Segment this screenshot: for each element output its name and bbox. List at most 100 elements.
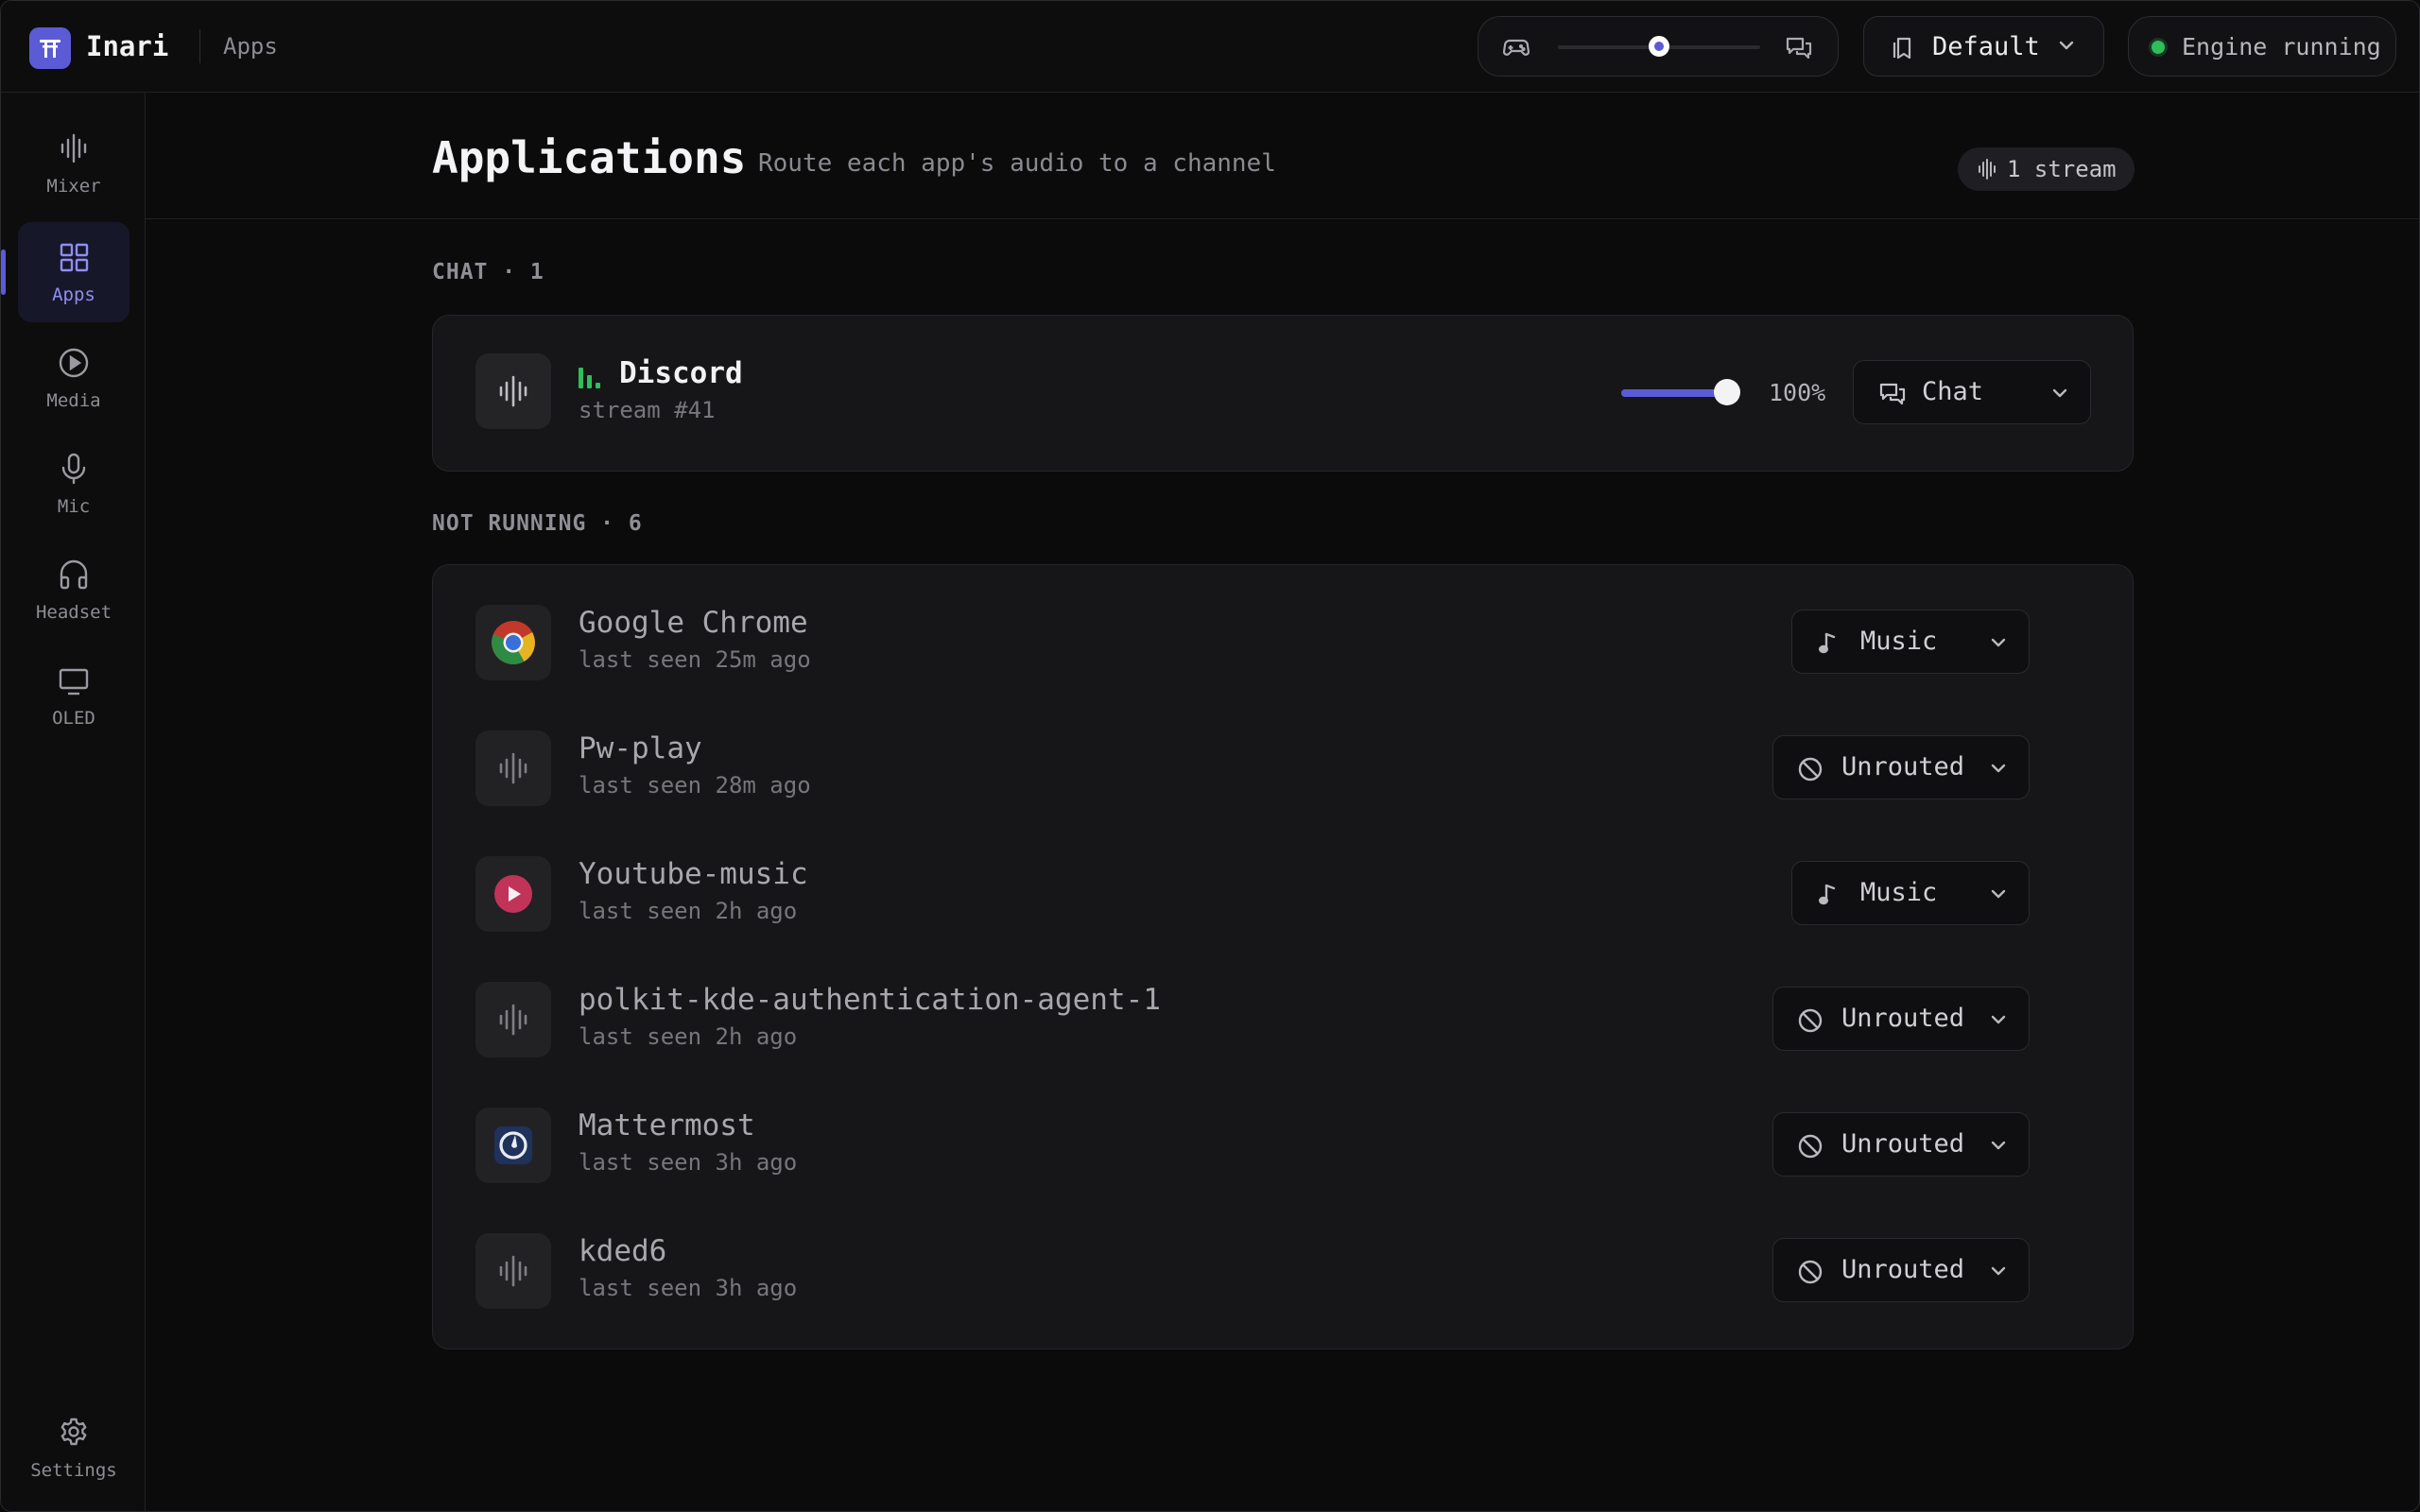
app-name: Inari (86, 30, 169, 62)
list-item: Pw-play last seen 28m ago Unrouted (433, 691, 2133, 817)
channel-select[interactable]: Unrouted (1772, 735, 2030, 799)
chat-bubbles-icon (1878, 382, 1907, 410)
channel-select[interactable]: Unrouted (1772, 1112, 2030, 1177)
section-label-not-running: NOT RUNNING · 6 (432, 511, 643, 536)
app-name: Youtube-music (579, 857, 808, 891)
youtube-music-icon (475, 856, 551, 932)
audio-level-meter (579, 368, 605, 388)
headphones-icon (59, 558, 89, 591)
blocked-icon (1798, 757, 1823, 785)
top-bar: Inari Apps Default Engine running (1, 1, 2419, 93)
inactive-apps-card: Google Chrome last seen 25m ago Music Pw… (432, 564, 2134, 1349)
monitor-icon (59, 664, 89, 696)
sidebar-item-mic[interactable]: Mic (18, 434, 130, 534)
mattermost-icon (475, 1108, 551, 1183)
volume-percent: 100% (1769, 379, 1826, 406)
active-apps-card: Discord stream #41 100% Chat (432, 315, 2134, 472)
volume-slider-thumb[interactable] (1714, 379, 1740, 405)
app-name: polkit-kde-authentication-agent-1 (579, 983, 1161, 1017)
blocked-icon (1798, 1134, 1823, 1162)
engine-status-dot (2152, 41, 2165, 54)
app-name: Pw-play (579, 731, 702, 765)
app-logo-icon (29, 27, 71, 69)
balance-slider-thumb[interactable] (1649, 36, 1669, 57)
channel-select-value: Unrouted (1841, 1255, 1965, 1284)
sidebar-item-headset[interactable]: Headset (18, 540, 130, 640)
sidebar-item-label: OLED (52, 708, 95, 729)
app-window: Inari Apps Default Engine running Mixer … (0, 0, 2420, 1512)
list-item: kded6 last seen 3h ago Unrouted (433, 1194, 2133, 1320)
sidebar-item-oled[interactable]: OLED (18, 645, 130, 746)
app-last-seen: last seen 25m ago (579, 646, 811, 673)
sidebar-item-label: Apps (52, 284, 95, 305)
channel-select[interactable]: Unrouted (1772, 987, 2030, 1051)
app-last-seen: last seen 3h ago (579, 1149, 798, 1176)
blocked-icon (1798, 1008, 1823, 1037)
sidebar-item-label: Headset (35, 602, 112, 623)
sidebar-item-label: Mic (57, 496, 91, 517)
channel-select-value: Chat (1922, 377, 1984, 406)
channel-select[interactable]: Music (1791, 861, 2030, 925)
chevron-down-icon (1989, 1138, 2008, 1156)
breadcrumb: Apps (223, 33, 278, 60)
app-name: Google Chrome (579, 606, 808, 640)
channel-select-value: Unrouted (1841, 1004, 1965, 1033)
waveform-icon (475, 353, 551, 429)
channel-select[interactable]: Music (1791, 610, 2030, 674)
sidebar-item-apps[interactable]: Apps (18, 222, 130, 322)
channel-select-value: Music (1860, 627, 1938, 656)
app-last-seen: last seen 2h ago (579, 898, 798, 924)
chat-bubbles-icon (1785, 36, 1812, 60)
page-header: Applications Route each app's audio to a… (146, 93, 2419, 219)
profile-select[interactable]: Default (1863, 16, 2104, 77)
engine-status: Engine running (2128, 16, 2396, 77)
chevron-down-icon (2050, 386, 2069, 404)
channel-select-value: Unrouted (1841, 1129, 1965, 1159)
page-title: Applications (432, 132, 747, 183)
app-last-seen: last seen 2h ago (579, 1023, 798, 1050)
list-item: polkit-kde-authentication-agent-1 last s… (433, 942, 2133, 1069)
channel-select-value: Unrouted (1841, 752, 1965, 782)
volume-slider-track[interactable] (1621, 389, 1727, 397)
chevron-down-icon (1989, 886, 2008, 904)
stream-count-label: 1 stream (2007, 156, 2117, 182)
chrome-icon (475, 605, 551, 680)
chevron-down-icon (1989, 635, 2008, 653)
engine-status-label: Engine running (2182, 33, 2381, 60)
music-note-icon (1817, 631, 1838, 660)
page-subtitle: Route each app's audio to a channel (758, 149, 1276, 178)
sidebar-item-settings[interactable]: Settings (18, 1398, 130, 1498)
app-name: kded6 (579, 1234, 667, 1268)
section-label-chat: CHAT · 1 (432, 260, 544, 284)
channel-select[interactable]: Unrouted (1772, 1238, 2030, 1302)
channel-select[interactable]: Chat (1853, 360, 2091, 424)
app-stream-id: stream #41 (579, 397, 716, 423)
blocked-icon (1798, 1260, 1823, 1288)
sidebar-item-label: Settings (30, 1460, 117, 1481)
grid-icon (59, 241, 89, 273)
music-note-icon (1817, 883, 1838, 911)
waveform-icon (59, 132, 89, 164)
profile-select-value: Default (1932, 32, 2040, 61)
waveform-icon (475, 982, 551, 1057)
list-item: Youtube-music last seen 2h ago Music (433, 816, 2133, 943)
sidebar-item-mixer[interactable]: Mixer (18, 113, 130, 214)
gear-icon (59, 1417, 89, 1449)
chevron-down-icon (1989, 761, 2008, 779)
bookmarks-icon (1891, 36, 1913, 64)
stream-count-badge: 1 stream (1958, 147, 2135, 191)
list-item: Mattermost last seen 3h ago Unrouted (433, 1068, 2133, 1194)
waveform-icon (1977, 158, 1997, 184)
app-name: Discord (619, 356, 743, 390)
active-nav-indicator (1, 249, 6, 295)
list-item: Google Chrome last seen 25m ago Music (433, 565, 2133, 692)
volume-slider-fill (1621, 389, 1727, 397)
play-circle-icon (59, 347, 89, 379)
chevron-down-icon (2057, 38, 2076, 56)
chevron-down-icon (1989, 1263, 2008, 1281)
sidebar-item-label: Media (46, 390, 101, 411)
sidebar-item-media[interactable]: Media (18, 328, 130, 428)
microphone-icon (59, 453, 89, 485)
app-name: Mattermost (579, 1108, 755, 1143)
app-last-seen: last seen 3h ago (579, 1275, 798, 1301)
